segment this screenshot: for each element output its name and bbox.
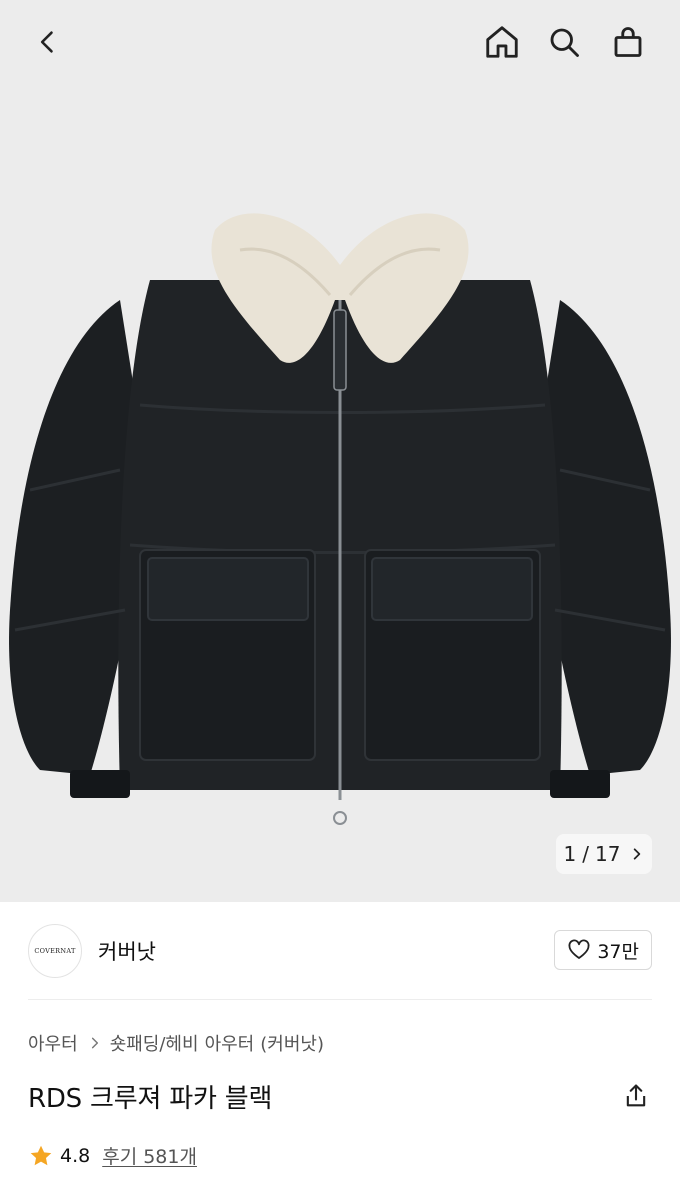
heart-outline-icon [568, 939, 590, 959]
image-counter-total: 17 [595, 842, 621, 866]
brand-logo[interactable]: COVERNAT [28, 924, 82, 978]
chevron-left-icon [40, 31, 53, 53]
image-counter[interactable]: 1 / 17 [556, 834, 652, 874]
search-icon [550, 28, 579, 57]
product-title: RDS 크루져 파카 블랙 [28, 1083, 273, 1114]
rating-value: 4.8 [60, 1144, 91, 1167]
product-image-gallery[interactable]: 1 / 17 [0, 0, 680, 902]
breadcrumb-subcategory[interactable]: 숏패딩/헤비 아우터 (커버낫) [110, 1030, 324, 1056]
shopping-bag-icon [614, 27, 642, 57]
star-icon [30, 1145, 52, 1165]
section-divider [28, 999, 652, 1000]
breadcrumb: 아우터 숏패딩/헤비 아우터 (커버낫) [28, 1030, 324, 1056]
product-title-row: RDS 크루져 파카 블랙 [28, 1074, 652, 1118]
image-counter-separator: / [582, 842, 590, 866]
cart-button[interactable] [604, 18, 652, 66]
chevron-right-icon [634, 848, 641, 860]
back-button[interactable] [24, 18, 72, 66]
product-image-jacket[interactable] [0, 190, 680, 850]
search-button[interactable] [540, 18, 588, 66]
brand-row[interactable]: COVERNAT 커버낫 37만 [28, 922, 652, 980]
breadcrumb-subcategory-part: 숏패딩/헤비 [109, 1034, 199, 1055]
like-count: 37만 [597, 940, 639, 963]
brand-name[interactable]: 커버낫 [98, 936, 156, 966]
breadcrumb-subcategory-part: 아우터 [204, 1034, 255, 1055]
home-icon [486, 26, 518, 58]
chevron-right-icon [91, 1037, 98, 1049]
rating-row: 4.8 후기 581개 [28, 1142, 197, 1169]
breadcrumb-subcategory-part: (커버낫) [260, 1034, 324, 1055]
image-counter-current: 1 [563, 842, 577, 866]
breadcrumb-category[interactable]: 아우터 [28, 1030, 78, 1056]
share-icon [626, 1084, 646, 1107]
reviews-link[interactable]: 후기 581개 [102, 1142, 197, 1169]
share-button[interactable] [620, 1080, 652, 1112]
like-button[interactable]: 37만 [554, 930, 652, 970]
home-button[interactable] [478, 18, 526, 66]
